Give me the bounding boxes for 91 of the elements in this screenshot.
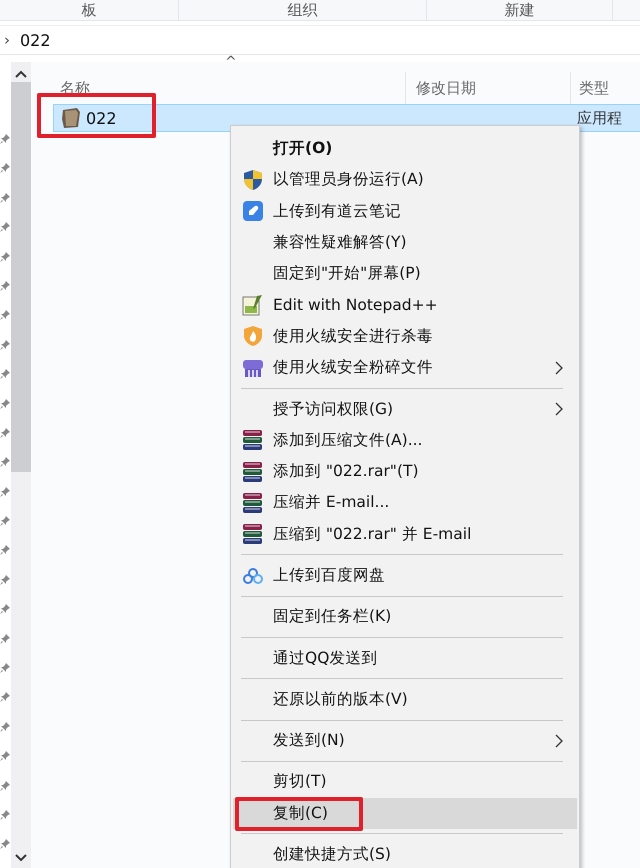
breadcrumb-item[interactable]: 022 <box>20 30 51 50</box>
pin-icon[interactable] <box>0 839 10 850</box>
pin-icon[interactable] <box>0 751 10 762</box>
menu-item-label: 复制(C) <box>273 802 328 824</box>
menu-item[interactable]: 授予访问权限(G) <box>233 393 577 425</box>
file-icon <box>60 107 82 129</box>
ribbon-group-label: 组织 <box>288 0 318 20</box>
column-header[interactable]: 类型 <box>571 72 640 104</box>
menu-item-label: 添加到压缩文件(A)... <box>273 430 422 451</box>
menu-item-label: 压缩到 "022.rar" 并 E-mail <box>273 524 472 545</box>
shield-icon <box>243 168 263 191</box>
pin-icon[interactable] <box>0 722 10 732</box>
pin-icon[interactable] <box>0 457 10 468</box>
cloud-icon <box>243 568 263 584</box>
menu-item[interactable]: 剪切(T) <box>233 766 577 798</box>
menu-item[interactable]: 固定到"开始"屏幕(P) <box>233 258 577 290</box>
menu-item-label: 兼容性疑难解答(Y) <box>273 232 407 254</box>
flame-shield-icon <box>243 325 263 348</box>
pin-icon[interactable] <box>0 810 10 820</box>
menu-item-label: 上传到百度网盘 <box>273 565 385 586</box>
menu-item-label: 使用火绒安全进行杀毒 <box>273 326 433 347</box>
scrollbar[interactable] <box>11 62 31 868</box>
books-icon <box>242 460 264 483</box>
menu-item[interactable]: 压缩并 E-mail... <box>233 487 577 519</box>
pin-icon[interactable] <box>0 340 10 350</box>
menu-item-label: 还原以前的版本(V) <box>273 688 408 710</box>
pin-icon[interactable] <box>0 780 10 791</box>
pin-icon[interactable] <box>0 634 10 644</box>
menu-item-label: 上传到有道云笔记 <box>273 200 401 222</box>
menu-item[interactable]: Edit with Notepad++ <box>233 289 577 321</box>
scroll-up-icon[interactable] <box>15 70 27 78</box>
menu-item[interactable]: 复制(C) <box>233 798 577 829</box>
pin-icon[interactable] <box>0 663 10 674</box>
menu-item-label: Edit with Notepad++ <box>273 296 438 314</box>
ribbon-group-label: 新建 <box>504 0 534 20</box>
pin-icon[interactable] <box>0 692 10 702</box>
menu-item[interactable]: 使用火绒安全粉碎文件 <box>233 352 577 384</box>
note-icon <box>243 201 263 222</box>
menu-item[interactable]: 创建快捷方式(S) <box>233 838 577 868</box>
file-name: 022 <box>86 108 117 128</box>
menu-item-label: 压缩并 E-mail... <box>273 492 390 514</box>
pin-icon[interactable] <box>0 486 10 497</box>
notepad-icon <box>242 294 264 316</box>
menu-item-label: 打开(O) <box>273 138 332 160</box>
shredder-icon <box>242 358 264 378</box>
menu-item-label: 使用火绒安全粉碎文件 <box>273 357 433 378</box>
pin-icon[interactable] <box>0 222 10 232</box>
ribbon-group-label: 板 <box>82 0 96 20</box>
menu-item[interactable]: 打开(O) <box>233 133 577 164</box>
menu-item[interactable]: 添加到压缩文件(A)... <box>233 424 577 456</box>
pin-icon[interactable] <box>0 280 10 291</box>
menu-item[interactable]: 还原以前的版本(V) <box>233 684 577 716</box>
pin-icon[interactable] <box>0 252 10 262</box>
pin-icon[interactable] <box>0 428 10 438</box>
breadcrumb-chevron[interactable]: › <box>4 31 10 49</box>
menu-item[interactable]: 以管理员身份运行(A) <box>233 164 577 196</box>
pin-icon[interactable] <box>0 604 10 614</box>
sort-indicator: ^ <box>225 54 237 70</box>
file-type: 应用程 <box>577 108 622 128</box>
pin-icon[interactable] <box>0 369 10 380</box>
menu-item-label: 以管理员身份运行(A) <box>273 169 424 190</box>
menu-item-label: 授予访问权限(G) <box>273 398 394 420</box>
menu-item-label: 通过QQ发送到 <box>273 648 378 669</box>
pin-icon[interactable] <box>0 310 10 320</box>
scroll-down-icon[interactable] <box>15 854 27 862</box>
menu-item-label: 剪切(T) <box>273 771 327 792</box>
pin-icon[interactable] <box>0 163 10 174</box>
pin-icon[interactable] <box>0 516 10 526</box>
menu-item-label: 发送到(N) <box>273 730 345 752</box>
books-icon <box>242 429 264 452</box>
pin-icon[interactable] <box>0 134 10 144</box>
menu-item[interactable]: 压缩到 "022.rar" 并 E-mail <box>233 518 577 550</box>
scrollbar-thumb[interactable] <box>11 82 31 472</box>
pin-icon[interactable] <box>0 545 10 556</box>
menu-item[interactable]: 兼容性疑难解答(Y) <box>233 226 577 258</box>
menu-item[interactable]: 使用火绒安全进行杀毒 <box>233 320 577 352</box>
books-icon <box>242 523 264 546</box>
menu-item[interactable]: 上传到有道云笔记 <box>233 196 577 227</box>
pin-icon[interactable] <box>0 574 10 585</box>
menu-item-label: 创建快捷方式(S) <box>273 844 391 866</box>
menu-item[interactable]: 固定到任务栏(K) <box>233 601 577 632</box>
menu-item[interactable]: 发送到(N) <box>233 725 577 756</box>
pin-icon[interactable] <box>0 192 10 203</box>
menu-item-label: 添加到 "022.rar"(T) <box>273 461 419 482</box>
menu-item-label: 固定到"开始"屏幕(P) <box>273 263 421 284</box>
pin-icon[interactable] <box>0 398 10 409</box>
books-icon <box>242 492 264 514</box>
menu-item[interactable]: 添加到 "022.rar"(T) <box>233 456 577 488</box>
menu-item[interactable]: 上传到百度网盘 <box>233 560 577 592</box>
menu-item-label: 固定到任务栏(K) <box>273 606 392 628</box>
menu-item[interactable]: 通过QQ发送到 <box>233 642 577 674</box>
